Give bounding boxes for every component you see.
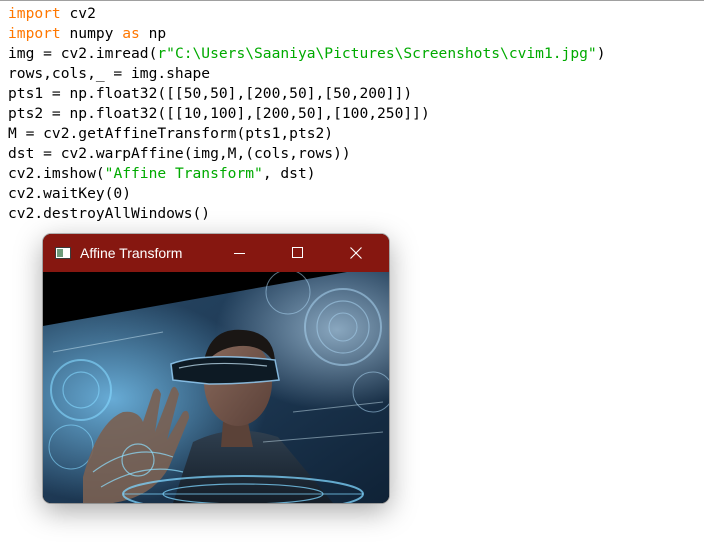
code-token: pts1 = np.float32([[50,50],[200,50],[50,…: [8, 85, 413, 102]
code-line[interactable]: cv2.imshow("Affine Transform", dst): [8, 164, 605, 184]
code-line[interactable]: M = cv2.getAffineTransform(pts1,pts2): [8, 124, 605, 144]
code-keyword: as: [122, 25, 140, 42]
affine-warped-photo: [43, 272, 389, 503]
code-token: cv2: [60, 5, 96, 22]
code-keyword: import: [8, 5, 61, 22]
minimize-button[interactable]: [217, 234, 263, 272]
maximize-icon: [292, 247, 303, 258]
code-line[interactable]: import numpy as np: [8, 24, 605, 44]
code-token: , dst): [262, 165, 316, 182]
code-token: cv2.waitKey(0): [8, 185, 132, 202]
maximize-button[interactable]: [275, 234, 321, 272]
code-token: numpy: [60, 25, 123, 42]
code-token: ): [596, 45, 606, 62]
code-string: "Affine Transform": [104, 165, 263, 182]
code-token: pts2 = np.float32([[10,100],[200,50],[10…: [8, 105, 430, 122]
affine-transform-window[interactable]: Affine Transform: [43, 234, 389, 503]
close-button[interactable]: [333, 234, 379, 272]
code-token: M = cv2.getAffineTransform(pts1,pts2): [8, 125, 334, 142]
code-line[interactable]: img = cv2.imread(r"C:\Users\Saaniya\Pict…: [8, 44, 605, 64]
code-token: cv2.destroyAllWindows(): [8, 205, 211, 222]
code-token: rows,cols,_ = img.shape: [8, 65, 211, 82]
code-keyword: import: [8, 25, 61, 42]
code-token: np: [139, 25, 167, 42]
code-string: r"C:\Users\Saaniya\Pictures\Screenshots\…: [157, 45, 597, 62]
code-line[interactable]: import cv2: [8, 4, 605, 24]
window-titlebar[interactable]: Affine Transform: [43, 234, 389, 272]
code-token: dst = cv2.warpAffine(img,M,(cols,rows)): [8, 145, 351, 162]
window-title: Affine Transform: [80, 245, 183, 261]
opencv-window-icon: [55, 247, 71, 259]
code-line[interactable]: rows,cols,_ = img.shape: [8, 64, 605, 84]
code-text-area[interactable]: import cv2 import numpy as np img = cv2.im…: [8, 4, 605, 224]
code-token: cv2.imshow(: [8, 165, 105, 182]
minimize-icon: [234, 253, 245, 254]
code-line[interactable]: cv2.waitKey(0): [8, 184, 605, 204]
code-token: img = cv2.imread(: [8, 45, 158, 62]
code-line[interactable]: pts2 = np.float32([[10,100],[200,50],[10…: [8, 104, 605, 124]
code-line[interactable]: cv2.destroyAllWindows(): [8, 204, 605, 224]
transformed-image-canvas: [43, 272, 389, 503]
code-line[interactable]: pts1 = np.float32([[50,50],[200,50],[50,…: [8, 84, 605, 104]
code-line[interactable]: dst = cv2.warpAffine(img,M,(cols,rows)): [8, 144, 605, 164]
close-icon: [350, 247, 362, 259]
